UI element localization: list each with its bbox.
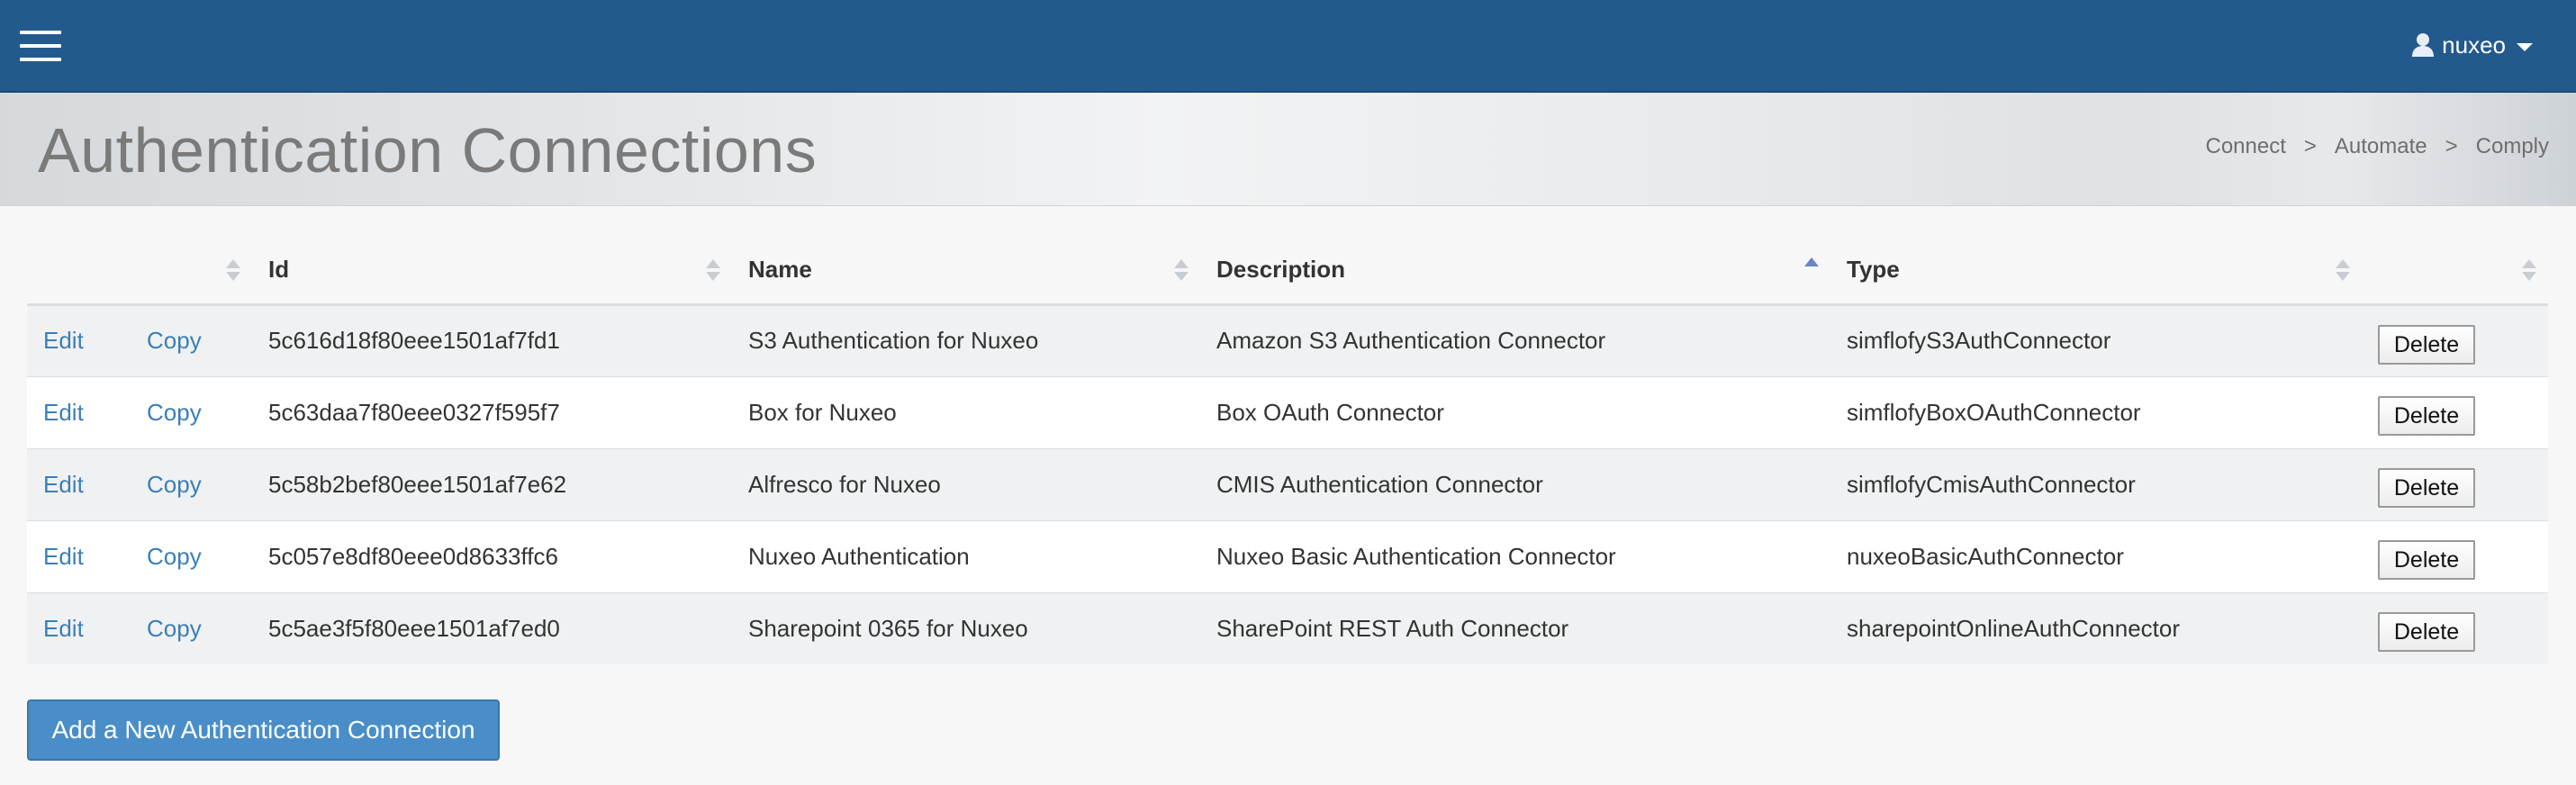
- cell-id: 5c63daa7f80eee0327f595f7: [252, 375, 732, 448]
- sort-icon[interactable]: [705, 257, 721, 284]
- cell-type: simflofyBoxOAuthConnector: [1830, 375, 2362, 448]
- cell-name: Sharepoint 0365 for Nuxeo: [732, 591, 1200, 664]
- cell-type: simflofyS3AuthConnector: [1830, 303, 2362, 376]
- cell-name: Box for Nuxeo: [732, 375, 1200, 448]
- cell-type: simflofyCmisAuthConnector: [1830, 447, 2362, 520]
- cell-id: 5c5ae3f5f80eee1501af7ed0: [252, 591, 732, 664]
- cell-id: 5c616d18f80eee1501af7fd1: [252, 303, 732, 376]
- column-header-copy[interactable]: [131, 236, 252, 306]
- copy-link[interactable]: Copy: [147, 543, 202, 570]
- copy-link[interactable]: Copy: [147, 471, 202, 498]
- cell-id: 5c58b2bef80eee1501af7e62: [252, 447, 732, 520]
- table-row: Edit Copy 5c057e8df80eee0d8633ffc6 Nuxeo…: [27, 519, 2548, 592]
- column-header-id[interactable]: Id: [252, 236, 732, 306]
- delete-button[interactable]: Delete: [2378, 324, 2475, 365]
- cell-description: Nuxeo Basic Authentication Connector: [1200, 519, 1830, 592]
- delete-button[interactable]: Delete: [2378, 468, 2475, 508]
- cell-description: CMIS Authentication Connector: [1200, 447, 1830, 520]
- copy-link[interactable]: Copy: [147, 399, 202, 426]
- delete-button[interactable]: Delete: [2378, 396, 2475, 436]
- sort-icon[interactable]: [2335, 257, 2351, 284]
- copy-link[interactable]: Copy: [147, 615, 202, 642]
- column-header-description[interactable]: Description: [1200, 236, 1830, 306]
- user-name: nuxeo: [2442, 31, 2506, 59]
- table-row: Edit Copy 5c5ae3f5f80eee1501af7ed0 Share…: [27, 591, 2548, 664]
- column-header-label: Id: [268, 255, 290, 283]
- breadcrumb-item-comply[interactable]: Comply: [2476, 134, 2549, 159]
- user-icon: [2412, 33, 2435, 57]
- breadcrumb-item-automate[interactable]: Automate: [2335, 134, 2427, 159]
- delete-button[interactable]: Delete: [2378, 612, 2475, 653]
- cell-id: 5c057e8df80eee0d8633ffc6: [252, 519, 732, 592]
- breadcrumb-separator: >: [2445, 134, 2458, 158]
- cell-description: Box OAuth Connector: [1200, 375, 1830, 448]
- cell-name: Nuxeo Authentication: [732, 519, 1200, 592]
- sort-icon[interactable]: [2521, 257, 2537, 284]
- table-row: Edit Copy 5c63daa7f80eee0327f595f7 Box f…: [27, 375, 2548, 448]
- edit-link[interactable]: Edit: [43, 327, 84, 354]
- table-row: Edit Copy 5c616d18f80eee1501af7fd1 S3 Au…: [27, 303, 2548, 376]
- edit-link[interactable]: Edit: [43, 615, 84, 642]
- user-menu-dropdown[interactable]: nuxeo: [2411, 27, 2533, 63]
- column-header-type[interactable]: Type: [1830, 236, 2362, 306]
- column-header-name[interactable]: Name: [732, 236, 1200, 306]
- page-title: Authentication Connections: [38, 115, 818, 185]
- breadcrumb-separator: >: [2303, 134, 2317, 158]
- edit-link[interactable]: Edit: [43, 543, 84, 570]
- connections-table: Id Name Description Type Edit Copy 5c616…: [27, 236, 2548, 664]
- edit-link[interactable]: Edit: [43, 471, 84, 498]
- cell-name: S3 Authentication for Nuxeo: [732, 303, 1200, 376]
- column-header-label: Type: [1847, 255, 1900, 283]
- column-header-actions[interactable]: [2362, 236, 2548, 306]
- page-header: Authentication Connections Connect > Aut…: [0, 93, 2576, 206]
- breadcrumb-item-connect[interactable]: Connect: [2205, 134, 2285, 159]
- connections-table-container: Id Name Description Type Edit Copy 5c616…: [27, 236, 2548, 664]
- delete-button[interactable]: Delete: [2378, 540, 2475, 580]
- edit-link[interactable]: Edit: [43, 399, 84, 426]
- breadcrumb: Connect > Automate > Comply: [2205, 134, 2549, 159]
- table-row: Edit Copy 5c58b2bef80eee1501af7e62 Alfre…: [27, 447, 2548, 520]
- add-authentication-connection-button[interactable]: Add a New Authentication Connection: [27, 699, 500, 761]
- cell-description: SharePoint REST Auth Connector: [1200, 591, 1830, 664]
- cell-name: Alfresco for Nuxeo: [732, 447, 1200, 520]
- hamburger-menu-icon[interactable]: [20, 31, 61, 61]
- sort-ascending-icon[interactable]: [1803, 257, 1820, 284]
- column-header-label: Description: [1216, 255, 1346, 283]
- cell-type: sharepointOnlineAuthConnector: [1830, 591, 2362, 664]
- top-navbar: nuxeo: [0, 0, 2576, 93]
- copy-link[interactable]: Copy: [147, 327, 202, 354]
- table-header-row: Id Name Description Type: [27, 236, 2548, 306]
- sort-icon[interactable]: [225, 257, 241, 284]
- column-header-label: Name: [748, 255, 812, 283]
- cell-type: nuxeoBasicAuthConnector: [1830, 519, 2362, 592]
- sort-icon[interactable]: [1173, 257, 1189, 284]
- column-header-edit: [27, 236, 131, 306]
- cell-description: Amazon S3 Authentication Connector: [1200, 303, 1830, 376]
- caret-down-icon: [2517, 42, 2533, 51]
